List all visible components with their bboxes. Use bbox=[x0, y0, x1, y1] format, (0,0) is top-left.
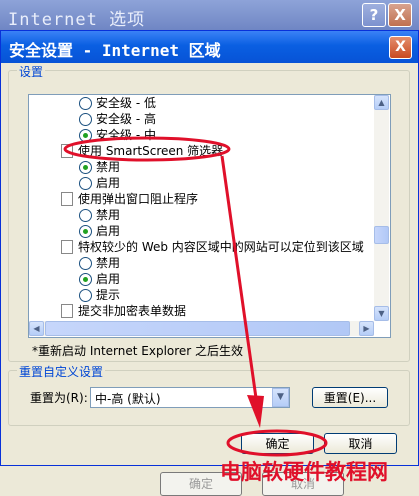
watermark: 电脑软硬件教程网 bbox=[220, 460, 388, 484]
ok-highlight-ellipse bbox=[226, 429, 328, 457]
smartscreen-highlight-ellipse bbox=[63, 136, 231, 162]
annotation-arrow-head bbox=[247, 395, 264, 428]
annotation-arrow-line bbox=[220, 155, 258, 399]
annotation-overlay bbox=[63, 136, 328, 457]
